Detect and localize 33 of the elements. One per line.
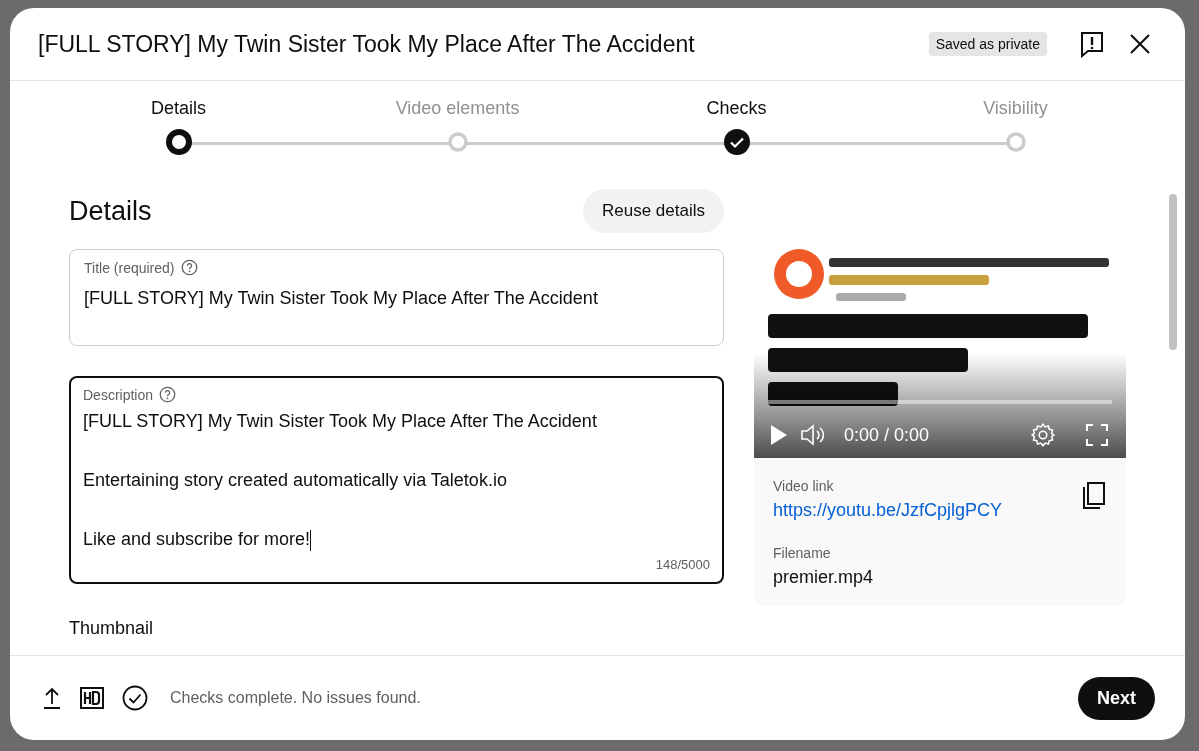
step-tab[interactable]: Checks [706, 98, 767, 119]
title-field[interactable]: Title (required) [FULL STORY] My Twin Sister Took My Place After The Accident [69, 249, 724, 346]
copy-icon[interactable] [1082, 482, 1106, 510]
help-icon[interactable] [180, 259, 198, 276]
upload-icon [42, 687, 62, 709]
field-value: [FULL STORY] My Twin Sister Took My Place After The Accident [84, 287, 599, 310]
scrollbar-thumb[interactable] [1169, 194, 1177, 350]
field-label: Title (required) [84, 259, 175, 276]
dialog-title: [FULL STORY] My Twin Sister Took My Place After The Accident [38, 30, 696, 58]
settings-icon[interactable] [1030, 422, 1056, 448]
help-icon[interactable] [159, 386, 177, 403]
field-label: Description [83, 386, 154, 403]
fullscreen-icon[interactable] [1086, 424, 1108, 446]
section-heading: Thumbnail [69, 618, 155, 639]
checks-status: Checks complete. No issues found. [170, 689, 422, 707]
character-counter: 148/5000 [655, 557, 710, 572]
video-link-label: Video link [773, 478, 835, 494]
next-button[interactable]: Next [1078, 676, 1155, 720]
filename: premier.mp4 [773, 567, 875, 588]
play-icon[interactable] [770, 424, 788, 446]
step-tab[interactable]: Details [151, 98, 206, 119]
check-circle-icon [122, 685, 148, 711]
video-link[interactable]: https://youtu.be/JzfCpjlgPCY [773, 500, 1003, 521]
reuse-details-button[interactable]: Reuse details [583, 189, 724, 233]
hd-icon [80, 687, 104, 709]
section-heading: Details [69, 195, 152, 227]
playback-time: 0:00 / 0:00 [844, 424, 931, 446]
description-field[interactable]: Description [FULL STORY] My Twin Sister Took My Place After The Accident Entertaining story created automatically via Taletok.io Like and subscribe for more! 148/5000 [69, 376, 724, 584]
volume-icon[interactable] [800, 423, 826, 447]
field-value: [FULL STORY] My Twin Sister Took My Place After The Accident Entertaining story created automatically via Taletok.io Like and subscribe for more! [83, 410, 598, 553]
filename-label: Filename [773, 545, 832, 561]
progress-bar[interactable] [768, 400, 1112, 404]
save-status-badge: Saved as private [928, 32, 1047, 56]
